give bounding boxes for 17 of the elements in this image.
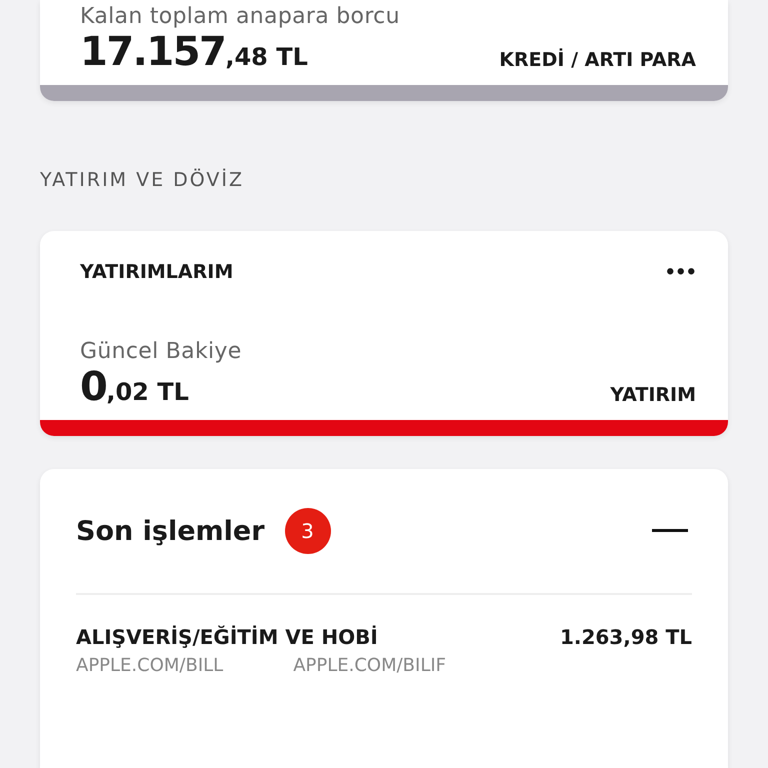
investment-card[interactable]: YATIRIMLARIM ••• Güncel Bakiye 0,02 TL YATIRIM <box>40 231 728 436</box>
transaction-category: ALIŞVERİŞ/EĞİTİM VE HOBİ <box>76 625 378 649</box>
account-type-link[interactable]: KREDİ / ARTI PARA <box>499 49 696 75</box>
transaction-description: APPLE.COM/BILIF <box>293 655 446 676</box>
transaction-amount: 1.263,98 TL <box>560 625 692 649</box>
count-badge: 3 <box>284 508 331 554</box>
balance-amount: 0,02 TL <box>80 364 189 410</box>
more-menu-button[interactable]: ••• <box>664 262 696 282</box>
transaction-merchant: APPLE.COM/BILL <box>76 655 224 676</box>
account-card[interactable]: Kalan toplam anapara borcu 17.157,48 TL KREDİ / ARTI PARA <box>40 0 728 101</box>
account-type-link[interactable]: YATIRIM <box>610 384 696 410</box>
section-title: YATIRIM VE DÖVİZ <box>40 169 246 191</box>
balance-amount: 17.157,48 TL <box>80 29 308 75</box>
card-title: Son işlemler <box>76 516 265 546</box>
card-title: YATIRIMLARIM <box>80 261 234 283</box>
balance-label: Kalan toplam anapara borcu <box>80 4 401 29</box>
balance-label: Güncel Bakiye <box>80 339 243 364</box>
